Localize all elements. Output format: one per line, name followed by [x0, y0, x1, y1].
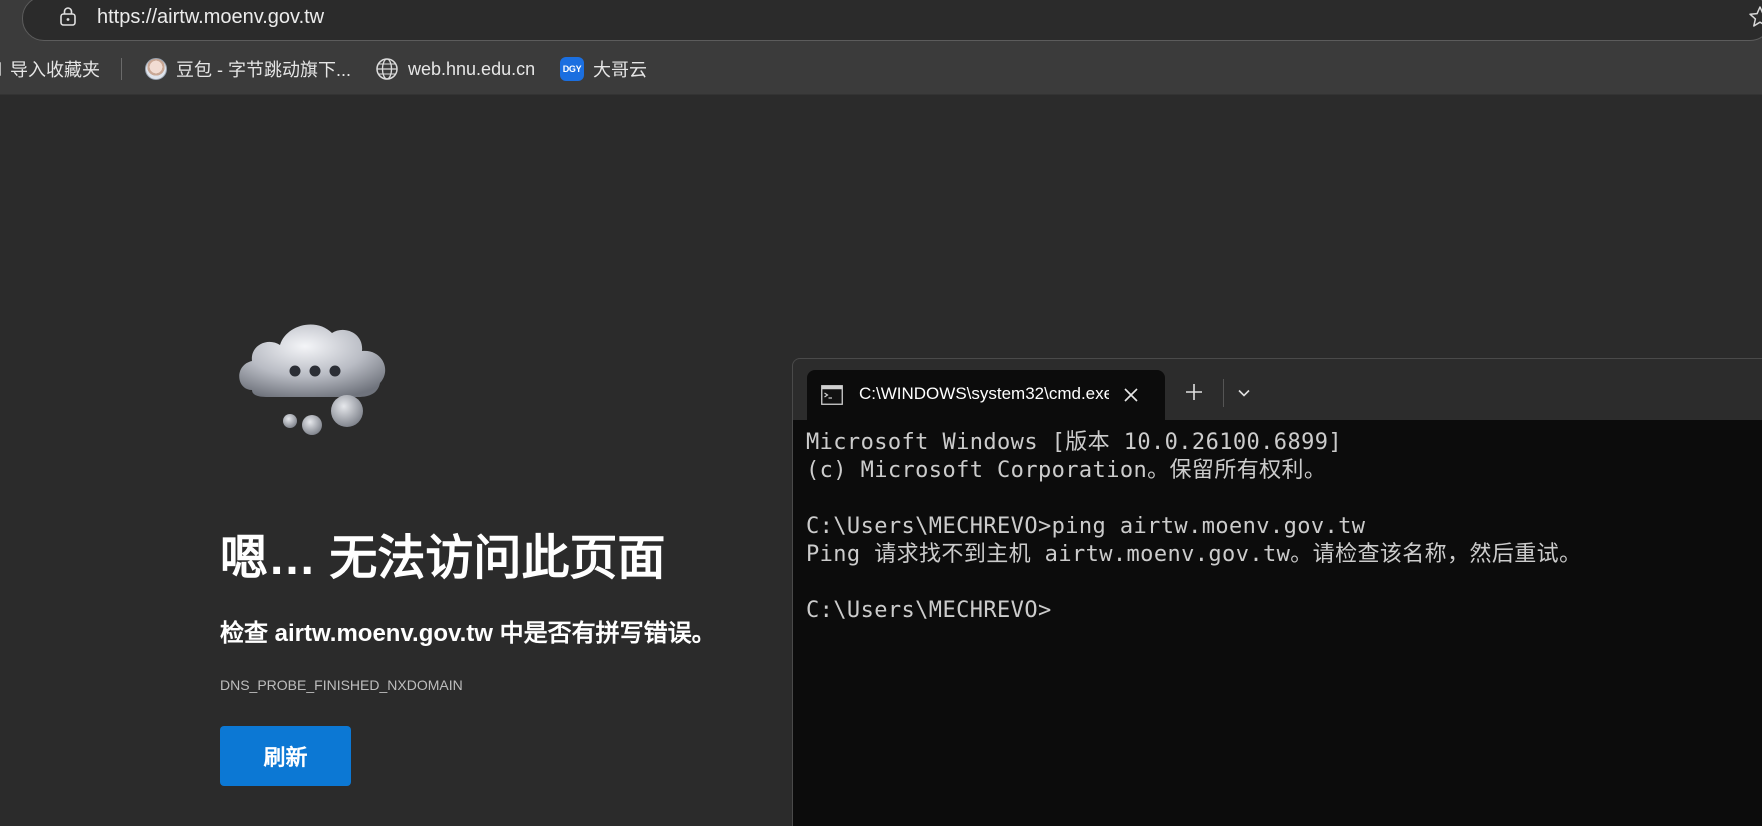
bookmark-web-hnu[interactable]: web.hnu.edu.cn — [375, 56, 535, 82]
cloud-error-icon — [239, 324, 386, 435]
terminal-line: Microsoft Windows [版本 10.0.26100.6899] — [806, 430, 1343, 455]
toolbar: https://airtw.moenv.gov.tw — [0, 0, 1762, 44]
terminal-line: Ping 请求找不到主机 airtw.moenv.gov.tw。请检查该名称，然… — [806, 542, 1582, 567]
close-icon[interactable] — [1120, 384, 1142, 406]
bookmark-dagecloud[interactable]: DGY 大哥云 — [560, 56, 647, 82]
globe-icon — [376, 58, 398, 80]
bookmarks-bar: 导入收藏夹 豆包 - 字节跳动旗下... web.hnu.edu.cn DGY … — [0, 44, 1762, 95]
terminal-line: (c) Microsoft Corporation。保留所有权利。 — [806, 458, 1327, 483]
bookmark-doubao[interactable]: 豆包 - 字节跳动旗下... — [145, 56, 351, 82]
error-code: DNS_PROBE_FINISHED_NXDOMAIN — [220, 677, 463, 693]
chevron-down-icon[interactable] — [1233, 382, 1255, 404]
dgy-logo-icon: DGY — [560, 57, 584, 81]
url-text[interactable]: https://airtw.moenv.gov.tw — [97, 5, 324, 29]
bookmark-label: 导入收藏夹 — [10, 60, 100, 80]
error-description: 检查 airtw.moenv.gov.tw 中是否有拼写错误。 — [220, 620, 716, 647]
terminal-output[interactable]: Microsoft Windows [版本 10.0.26100.6899] (… — [793, 420, 1762, 826]
bookmarks-divider — [121, 58, 122, 80]
terminal-tab-title: C:\WINDOWS\system32\cmd.exe — [859, 384, 1109, 403]
browser-window: https://airtw.moenv.gov.tw 导入收藏夹 豆包 - 字节… — [0, 0, 1762, 826]
bookmark-label: 大哥云 — [593, 60, 647, 80]
favorite-star-icon[interactable] — [1747, 4, 1762, 30]
folder-icon — [0, 62, 1, 76]
bookmark-label: web.hnu.edu.cn — [408, 58, 536, 79]
terminal-window[interactable]: C:\WINDOWS\system32\cmd.exe Microsoft Wi… — [792, 358, 1762, 826]
plus-icon[interactable] — [1183, 381, 1205, 403]
terminal-prompt[interactable]: C:\Users\MECHREVO> — [806, 597, 1052, 625]
bookmark-import-favorites[interactable]: 导入收藏夹 — [0, 56, 100, 82]
tab-separator — [1223, 379, 1224, 407]
address-bar[interactable]: https://airtw.moenv.gov.tw — [22, 0, 1762, 41]
lock-icon[interactable] — [57, 5, 79, 27]
avatar-icon — [145, 58, 167, 80]
cmd-icon — [821, 385, 843, 405]
refresh-button[interactable]: 刷新 — [220, 726, 351, 786]
bookmark-label: 豆包 - 字节跳动旗下... — [176, 60, 351, 80]
terminal-tab[interactable]: C:\WINDOWS\system32\cmd.exe — [807, 370, 1165, 420]
error-title: 嗯… 无法访问此页面 — [220, 532, 666, 585]
terminal-line: C:\Users\MECHREVO>ping airtw.moenv.gov.t… — [806, 514, 1366, 539]
